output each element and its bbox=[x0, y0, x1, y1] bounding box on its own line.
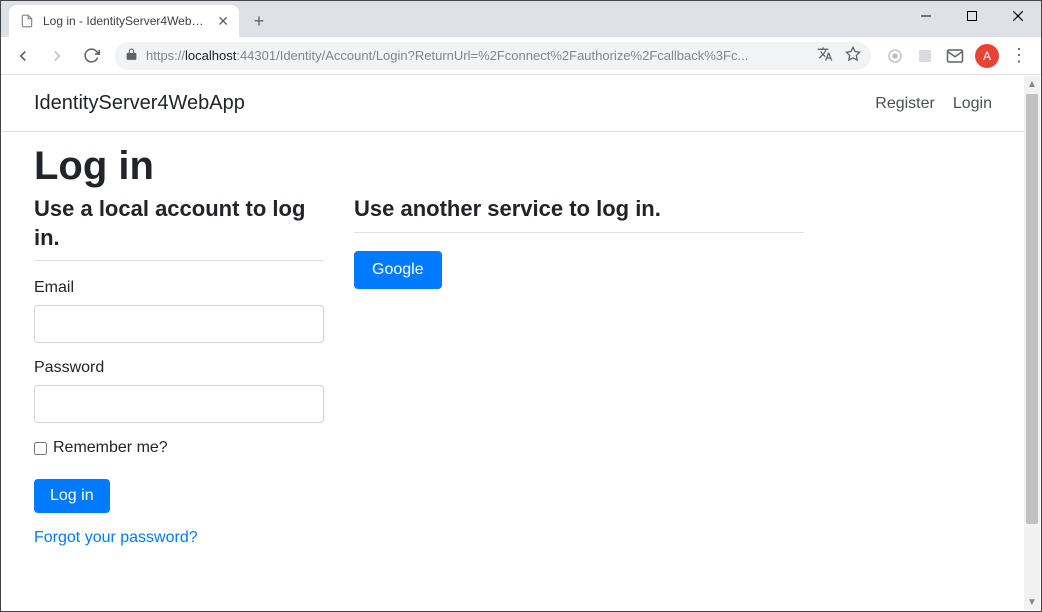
window-controls bbox=[903, 1, 1041, 31]
forgot-password-link[interactable]: Forgot your password? bbox=[34, 529, 324, 547]
reload-button[interactable] bbox=[77, 42, 105, 70]
brand-link[interactable]: IdentityServer4WebApp bbox=[34, 92, 245, 115]
site-navbar: IdentityServer4WebApp Register Login bbox=[2, 76, 1024, 132]
close-window-button[interactable] bbox=[995, 1, 1041, 31]
email-field[interactable] bbox=[34, 305, 324, 343]
divider bbox=[354, 232, 804, 233]
password-field[interactable] bbox=[34, 385, 324, 423]
login-button[interactable]: Log in bbox=[34, 479, 110, 513]
lock-icon bbox=[125, 48, 138, 64]
external-login-heading: Use another service to log in. bbox=[354, 195, 804, 224]
browser-toolbar: https://localhost:44301/Identity/Account… bbox=[1, 37, 1041, 75]
browser-tab[interactable]: Log in - IdentityServer4WebApp ✕ bbox=[9, 5, 239, 37]
profile-avatar[interactable]: A bbox=[975, 44, 999, 68]
page-favicon-icon bbox=[19, 13, 35, 29]
star-icon[interactable] bbox=[845, 46, 861, 65]
browser-tab-strip: Log in - IdentityServer4WebApp ✕ + bbox=[1, 1, 1041, 37]
translate-icon[interactable] bbox=[817, 46, 833, 65]
divider bbox=[34, 260, 324, 261]
page-content: IdentityServer4WebApp Register Login Log… bbox=[2, 76, 1024, 610]
maximize-button[interactable] bbox=[949, 1, 995, 31]
scroll-down-arrow[interactable]: ▼ bbox=[1024, 594, 1040, 610]
address-bar[interactable]: https://localhost:44301/Identity/Account… bbox=[115, 42, 871, 70]
remember-me-label: Remember me? bbox=[53, 439, 168, 457]
tab-title: Log in - IdentityServer4WebApp bbox=[43, 14, 209, 28]
close-tab-icon[interactable]: ✕ bbox=[217, 13, 229, 30]
scroll-thumb[interactable] bbox=[1026, 94, 1038, 524]
extension-icon-1[interactable] bbox=[881, 42, 909, 70]
google-login-button[interactable]: Google bbox=[354, 251, 442, 289]
back-button[interactable] bbox=[9, 42, 37, 70]
gmail-icon[interactable] bbox=[941, 42, 969, 70]
extension-icon-2[interactable] bbox=[911, 42, 939, 70]
url-text: https://localhost:44301/Identity/Account… bbox=[146, 48, 809, 63]
email-label: Email bbox=[34, 279, 324, 297]
login-link[interactable]: Login bbox=[953, 95, 992, 113]
local-account-heading: Use a local account to log in. bbox=[34, 195, 324, 252]
vertical-scrollbar[interactable]: ▲ ▼ bbox=[1024, 76, 1040, 610]
remember-me-checkbox[interactable] bbox=[34, 442, 47, 455]
register-link[interactable]: Register bbox=[875, 95, 935, 113]
browser-menu-button[interactable]: ⋮ bbox=[1005, 42, 1033, 70]
page-title: Log in bbox=[34, 144, 992, 189]
scroll-up-arrow[interactable]: ▲ bbox=[1024, 76, 1040, 92]
password-label: Password bbox=[34, 359, 324, 377]
minimize-button[interactable] bbox=[903, 1, 949, 31]
forward-button[interactable] bbox=[43, 42, 71, 70]
new-tab-button[interactable]: + bbox=[245, 7, 273, 35]
